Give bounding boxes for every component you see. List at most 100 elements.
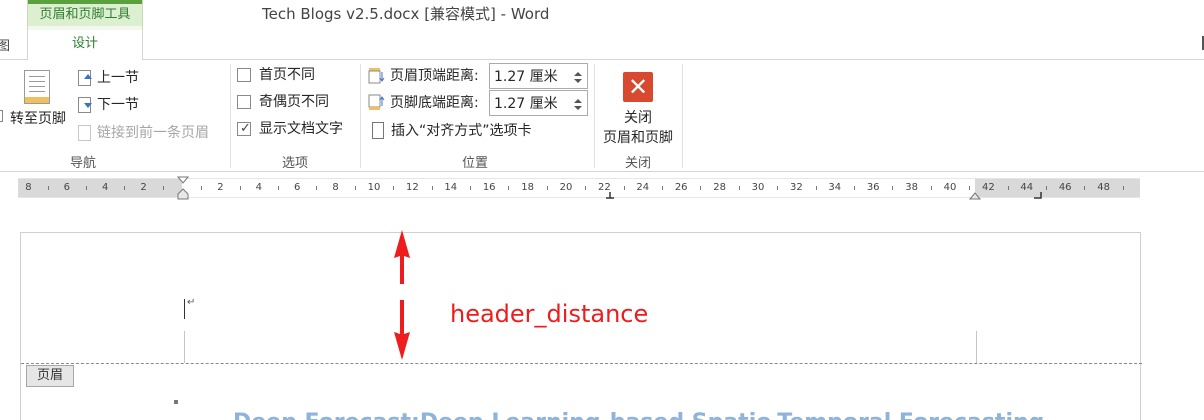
ruler-number: 32 bbox=[790, 182, 803, 193]
link-icon bbox=[78, 125, 91, 141]
ruler-tick bbox=[201, 186, 203, 190]
ruler-number: 28 bbox=[713, 182, 726, 193]
ruler-tick bbox=[239, 186, 241, 190]
ruler-tick bbox=[508, 186, 510, 190]
header-distance-arrow bbox=[394, 230, 410, 360]
ruler-number: 2 bbox=[140, 182, 147, 193]
ribbon-tab-row: 图 设计 bbox=[0, 30, 1204, 61]
ruler-number: 10 bbox=[367, 182, 381, 193]
close-button-label: 关闭 页眉和页脚 bbox=[596, 108, 680, 148]
header-from-top-value[interactable]: 1.27 厘米 bbox=[494, 67, 558, 87]
ruler-right-margin bbox=[975, 179, 1140, 197]
ruler-number: 8 bbox=[332, 182, 339, 193]
ruler-tick bbox=[623, 186, 625, 190]
ruler-number: 4 bbox=[255, 182, 262, 193]
header-position-icon bbox=[368, 68, 385, 84]
header-from-top-spinner[interactable]: 1.27 厘米 bbox=[489, 63, 588, 89]
ruler-tick bbox=[585, 186, 587, 190]
ruler-number: 30 bbox=[751, 182, 765, 193]
bullet-mark bbox=[174, 400, 178, 404]
checkmark-icon: ✓ bbox=[240, 121, 251, 136]
goto-footer-label: 转至页脚 bbox=[10, 111, 66, 127]
close-label-line2: 页眉和页脚 bbox=[603, 130, 673, 146]
horizontal-ruler[interactable]: 8 6 4 2 2 4 6 8 10 12 14 16 18 20 22 24 26 28 30 32 34 36 38 40… bbox=[18, 176, 1140, 200]
ruler-number: 42 bbox=[982, 182, 995, 193]
ruler-tick bbox=[738, 186, 740, 190]
position-group-label: 位置 bbox=[461, 156, 488, 171]
navigation-group-label: 导航 bbox=[69, 156, 96, 171]
next-section-icon bbox=[78, 97, 92, 113]
ruler-tick bbox=[354, 186, 356, 190]
ruler-tick bbox=[854, 186, 855, 190]
different-odd-even-label: 奇偶页不同 bbox=[259, 94, 329, 110]
right-indent-marker[interactable] bbox=[969, 192, 981, 200]
document-title: Tech Blogs v2.5.docx [兼容模式] - Word bbox=[262, 5, 550, 23]
show-document-text-label: 显示文档文字 bbox=[259, 121, 343, 137]
header-from-top-label: 页眉顶端距离: bbox=[390, 68, 479, 84]
ruler-number: 26 bbox=[674, 182, 688, 193]
tab-partial-left[interactable]: 图 bbox=[0, 35, 10, 54]
ruler-tick bbox=[162, 186, 164, 190]
ruler-number: 16 bbox=[482, 182, 496, 193]
document-heading[interactable]: Deep Forecast:Deep Learning-based Spatio… bbox=[233, 409, 1044, 420]
ruler-tick bbox=[431, 186, 433, 190]
ruler-number: 36 bbox=[866, 182, 880, 193]
paragraph-mark: ↵ bbox=[187, 297, 196, 308]
show-document-text-checkbox[interactable]: ✓ bbox=[237, 121, 251, 136]
ruler-tick bbox=[316, 186, 318, 190]
group-divider bbox=[360, 64, 361, 168]
ruler-number: 22 bbox=[598, 182, 611, 193]
ruler-number: 2 bbox=[217, 182, 224, 193]
header-boundary-line bbox=[21, 363, 1142, 364]
ruler-number: 8 bbox=[25, 182, 32, 193]
ruler-tick bbox=[470, 186, 471, 190]
ruler-number: 44 bbox=[1020, 182, 1034, 193]
context-group-label: 页眉和页脚工具 bbox=[28, 4, 142, 26]
ruler-tick bbox=[546, 186, 548, 190]
context-tab-group: 页眉和页脚工具 bbox=[27, 0, 143, 30]
close-label-line1: 关闭 bbox=[624, 110, 652, 126]
footer-position-icon bbox=[368, 94, 385, 110]
ruler-tick bbox=[815, 186, 817, 190]
different-first-page-checkbox[interactable] bbox=[237, 68, 251, 82]
previous-section-icon bbox=[78, 70, 92, 86]
ruler-left-margin bbox=[18, 179, 182, 197]
tab-design[interactable]: 设计 bbox=[27, 30, 143, 61]
crop-mark-left bbox=[184, 331, 185, 363]
ruler-number: 14 bbox=[444, 182, 458, 193]
ruler-number: 6 bbox=[63, 182, 70, 193]
spin-up-icon[interactable] bbox=[574, 72, 582, 76]
crop-mark-right bbox=[976, 331, 977, 363]
footer-from-bottom-spinner[interactable]: 1.27 厘米 bbox=[489, 90, 588, 116]
ruler-tick bbox=[86, 186, 87, 190]
ruler-tick bbox=[124, 186, 126, 190]
ruler-tick bbox=[930, 186, 932, 190]
spin-up-icon[interactable] bbox=[574, 99, 582, 103]
group-divider bbox=[594, 64, 595, 168]
group-divider bbox=[682, 64, 683, 168]
ruler-tick bbox=[393, 186, 395, 190]
ribbon-panel: 转至页脚 上一节 下一节 链接到前一条页眉 导航 首页不同 奇偶页不同 ✓ 显示… bbox=[0, 60, 1204, 172]
ruler-tick bbox=[47, 186, 49, 190]
footer-from-bottom-value[interactable]: 1.27 厘米 bbox=[494, 94, 558, 114]
header-distance-annotation: header_distance bbox=[450, 300, 649, 328]
goto-footer-icon bbox=[24, 70, 50, 104]
alignment-tab-icon bbox=[372, 122, 384, 139]
previous-section-label: 上一节 bbox=[97, 70, 139, 86]
first-line-indent-marker[interactable] bbox=[177, 176, 189, 200]
close-group-label: 关闭 bbox=[624, 156, 651, 171]
spin-down-icon[interactable] bbox=[574, 79, 582, 83]
spin-down-icon[interactable] bbox=[574, 106, 582, 110]
different-odd-even-checkbox[interactable] bbox=[237, 95, 251, 109]
ruler-number: 40 bbox=[943, 182, 957, 193]
header-tag: 页眉 bbox=[26, 365, 74, 387]
right-tab-stop[interactable] bbox=[1033, 192, 1043, 200]
ruler-number: 24 bbox=[636, 182, 650, 193]
ruler-tick bbox=[662, 186, 663, 190]
ruler-number: 6 bbox=[294, 182, 301, 193]
options-group-label: 选项 bbox=[281, 156, 308, 171]
text-cursor bbox=[184, 299, 185, 319]
ruler-tick bbox=[278, 186, 279, 190]
ruler-tick bbox=[777, 186, 779, 190]
ruler-tick bbox=[700, 186, 702, 190]
